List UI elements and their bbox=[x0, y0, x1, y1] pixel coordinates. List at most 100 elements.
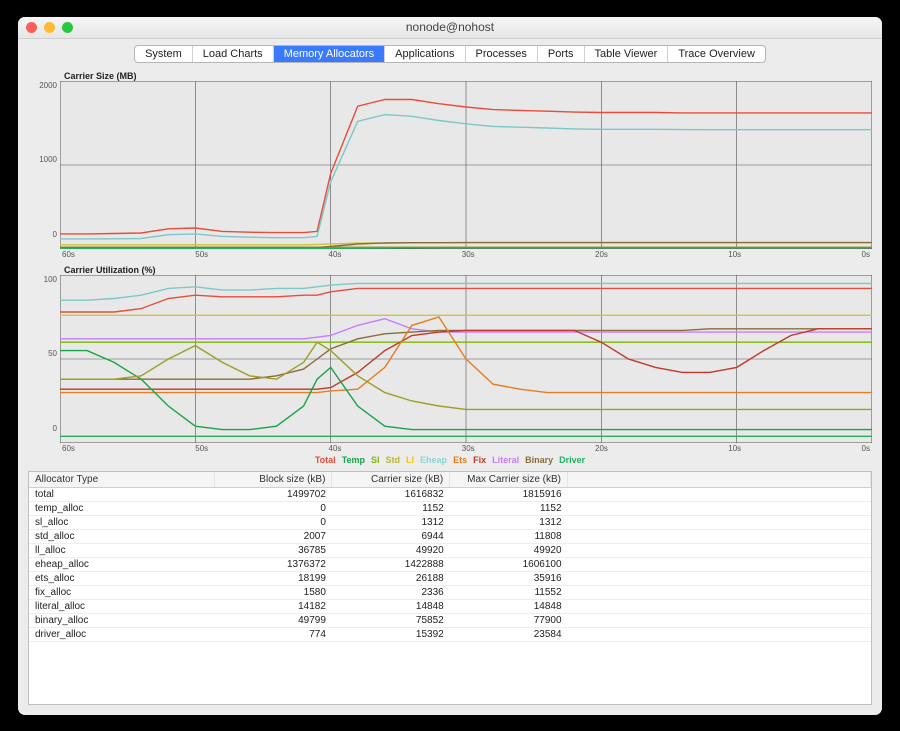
x-axis: 60s50s40s30s20s10s0s bbox=[60, 443, 872, 453]
x-tick: 0s bbox=[862, 250, 870, 259]
cell: literal_alloc bbox=[29, 599, 214, 613]
x-tick: 60s bbox=[62, 250, 75, 259]
table-row[interactable]: eheap_alloc137637214228881606100 bbox=[29, 557, 871, 571]
chart-title: Carrier Utilization (%) bbox=[28, 265, 872, 275]
cell: 18199 bbox=[214, 571, 332, 585]
cell: binary_alloc bbox=[29, 613, 214, 627]
cell: ll_alloc bbox=[29, 543, 214, 557]
table-row[interactable]: fix_alloc1580233611552 bbox=[29, 585, 871, 599]
cell: 26188 bbox=[332, 571, 450, 585]
cell: 23584 bbox=[450, 627, 568, 641]
col-header[interactable]: Max Carrier size (kB) bbox=[450, 472, 568, 488]
table-body: total149970216168321815916temp_alloc0115… bbox=[29, 487, 871, 641]
tab-memory-allocators[interactable]: Memory Allocators bbox=[274, 46, 385, 62]
zoom-icon[interactable] bbox=[62, 22, 73, 33]
cell: sl_alloc bbox=[29, 515, 214, 529]
cell: 49799 bbox=[214, 613, 332, 627]
traffic-lights bbox=[26, 22, 73, 33]
table-row[interactable]: ll_alloc367854992049920 bbox=[29, 543, 871, 557]
x-tick: 60s bbox=[62, 444, 75, 453]
tab-applications[interactable]: Applications bbox=[385, 46, 465, 62]
cell: 1422888 bbox=[332, 557, 450, 571]
tab-system[interactable]: System bbox=[135, 46, 193, 62]
cell: 1606100 bbox=[450, 557, 568, 571]
cell: 1616832 bbox=[332, 487, 450, 501]
allocator-table: Allocator TypeBlock size (kB)Carrier siz… bbox=[28, 471, 872, 705]
tab-load-charts[interactable]: Load Charts bbox=[193, 46, 274, 62]
x-tick: 50s bbox=[195, 444, 208, 453]
tabs: SystemLoad ChartsMemory AllocatorsApplic… bbox=[134, 45, 766, 63]
plot-area: 60s50s40s30s20s10s0s bbox=[60, 81, 872, 259]
table-header-row: Allocator TypeBlock size (kB)Carrier siz… bbox=[29, 472, 871, 488]
col-header[interactable]: Carrier size (kB) bbox=[332, 472, 450, 488]
y-tick: 1000 bbox=[39, 155, 57, 164]
cell: 0 bbox=[214, 501, 332, 515]
x-tick: 50s bbox=[195, 250, 208, 259]
legend-binary: Binary bbox=[525, 455, 553, 465]
cell: 11552 bbox=[450, 585, 568, 599]
plot-area: 60s50s40s30s20s10s0s bbox=[60, 275, 872, 453]
x-tick: 40s bbox=[329, 444, 342, 453]
cell: 2007 bbox=[214, 529, 332, 543]
y-axis: 100 50 0 bbox=[28, 275, 60, 443]
table-row[interactable]: temp_alloc011521152 bbox=[29, 501, 871, 515]
cell: 774 bbox=[214, 627, 332, 641]
legend-literal: Literal bbox=[492, 455, 519, 465]
x-tick: 30s bbox=[462, 444, 475, 453]
col-header[interactable]: Block size (kB) bbox=[214, 472, 332, 488]
x-axis: 60s50s40s30s20s10s0s bbox=[60, 249, 872, 259]
cell: 2336 bbox=[332, 585, 450, 599]
table-row[interactable]: ets_alloc181992618835916 bbox=[29, 571, 871, 585]
cell: 1312 bbox=[450, 515, 568, 529]
cell: 0 bbox=[214, 515, 332, 529]
cell: 35916 bbox=[450, 571, 568, 585]
cell: 1152 bbox=[332, 501, 450, 515]
cell: 1815916 bbox=[450, 487, 568, 501]
cell: 6944 bbox=[332, 529, 450, 543]
legend-driver: Driver bbox=[559, 455, 585, 465]
tab-processes[interactable]: Processes bbox=[466, 46, 538, 62]
tabbar: SystemLoad ChartsMemory AllocatorsApplic… bbox=[18, 39, 882, 69]
cell: 49920 bbox=[332, 543, 450, 557]
content: Carrier Size (MB) 200010000 60s50s40s30s… bbox=[18, 69, 882, 715]
cell: 14182 bbox=[214, 599, 332, 613]
cell: 14848 bbox=[450, 599, 568, 613]
table-row[interactable]: std_alloc2007694411808 bbox=[29, 529, 871, 543]
tab-trace-overview[interactable]: Trace Overview bbox=[668, 46, 765, 62]
table-row[interactable]: total149970216168321815916 bbox=[29, 487, 871, 501]
table-row[interactable]: literal_alloc141821484814848 bbox=[29, 599, 871, 613]
x-tick: 20s bbox=[595, 444, 608, 453]
x-tick: 0s bbox=[862, 444, 870, 453]
cell: 75852 bbox=[332, 613, 450, 627]
y-tick: 0 bbox=[53, 230, 57, 239]
legend-eheap: Eheap bbox=[420, 455, 447, 465]
tab-ports[interactable]: Ports bbox=[538, 46, 585, 62]
cell: 11808 bbox=[450, 529, 568, 543]
y-tick: 0 bbox=[53, 424, 57, 433]
window-title: nonode@nohost bbox=[18, 20, 882, 34]
table-row[interactable]: driver_alloc7741539223584 bbox=[29, 627, 871, 641]
y-tick: 50 bbox=[48, 349, 57, 358]
legend-ets: Ets bbox=[453, 455, 467, 465]
table-row[interactable]: sl_alloc013121312 bbox=[29, 515, 871, 529]
cell: 1152 bbox=[450, 501, 568, 515]
col-header[interactable]: Allocator Type bbox=[29, 472, 214, 488]
close-icon[interactable] bbox=[26, 22, 37, 33]
tab-table-viewer[interactable]: Table Viewer bbox=[585, 46, 669, 62]
chart-utilization: Carrier Utilization (%) 100 50 0 60s 50s 40s… bbox=[28, 265, 872, 453]
legend: TotalTempSlStdLlEheapEtsFixLiteralBinary… bbox=[28, 453, 872, 469]
table-row[interactable]: binary_alloc497997585277900 bbox=[29, 613, 871, 627]
titlebar: nonode@nohost bbox=[18, 17, 882, 39]
y-tick: 100 bbox=[44, 275, 57, 284]
cell: eheap_alloc bbox=[29, 557, 214, 571]
legend-temp: Temp bbox=[342, 455, 365, 465]
main-window: nonode@nohost SystemLoad ChartsMemory Al… bbox=[18, 17, 882, 715]
cell: 1499702 bbox=[214, 487, 332, 501]
x-tick: 30s bbox=[462, 250, 475, 259]
cell: temp_alloc bbox=[29, 501, 214, 515]
x-tick: 40s bbox=[329, 250, 342, 259]
cell: 77900 bbox=[450, 613, 568, 627]
legend-std: Std bbox=[386, 455, 401, 465]
x-tick: 10s bbox=[728, 250, 741, 259]
minimize-icon[interactable] bbox=[44, 22, 55, 33]
